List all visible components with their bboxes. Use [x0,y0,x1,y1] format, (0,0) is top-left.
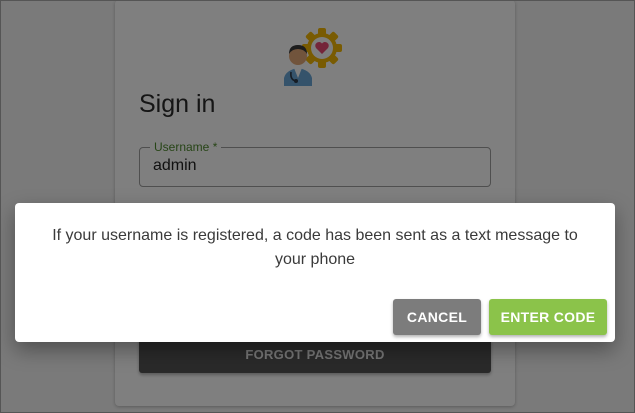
verification-dialog: If your username is registered, a code h… [15,203,615,342]
cancel-button[interactable]: CANCEL [393,299,481,335]
dialog-message: If your username is registered, a code h… [52,227,578,268]
enter-code-button[interactable]: ENTER CODE [489,299,607,335]
